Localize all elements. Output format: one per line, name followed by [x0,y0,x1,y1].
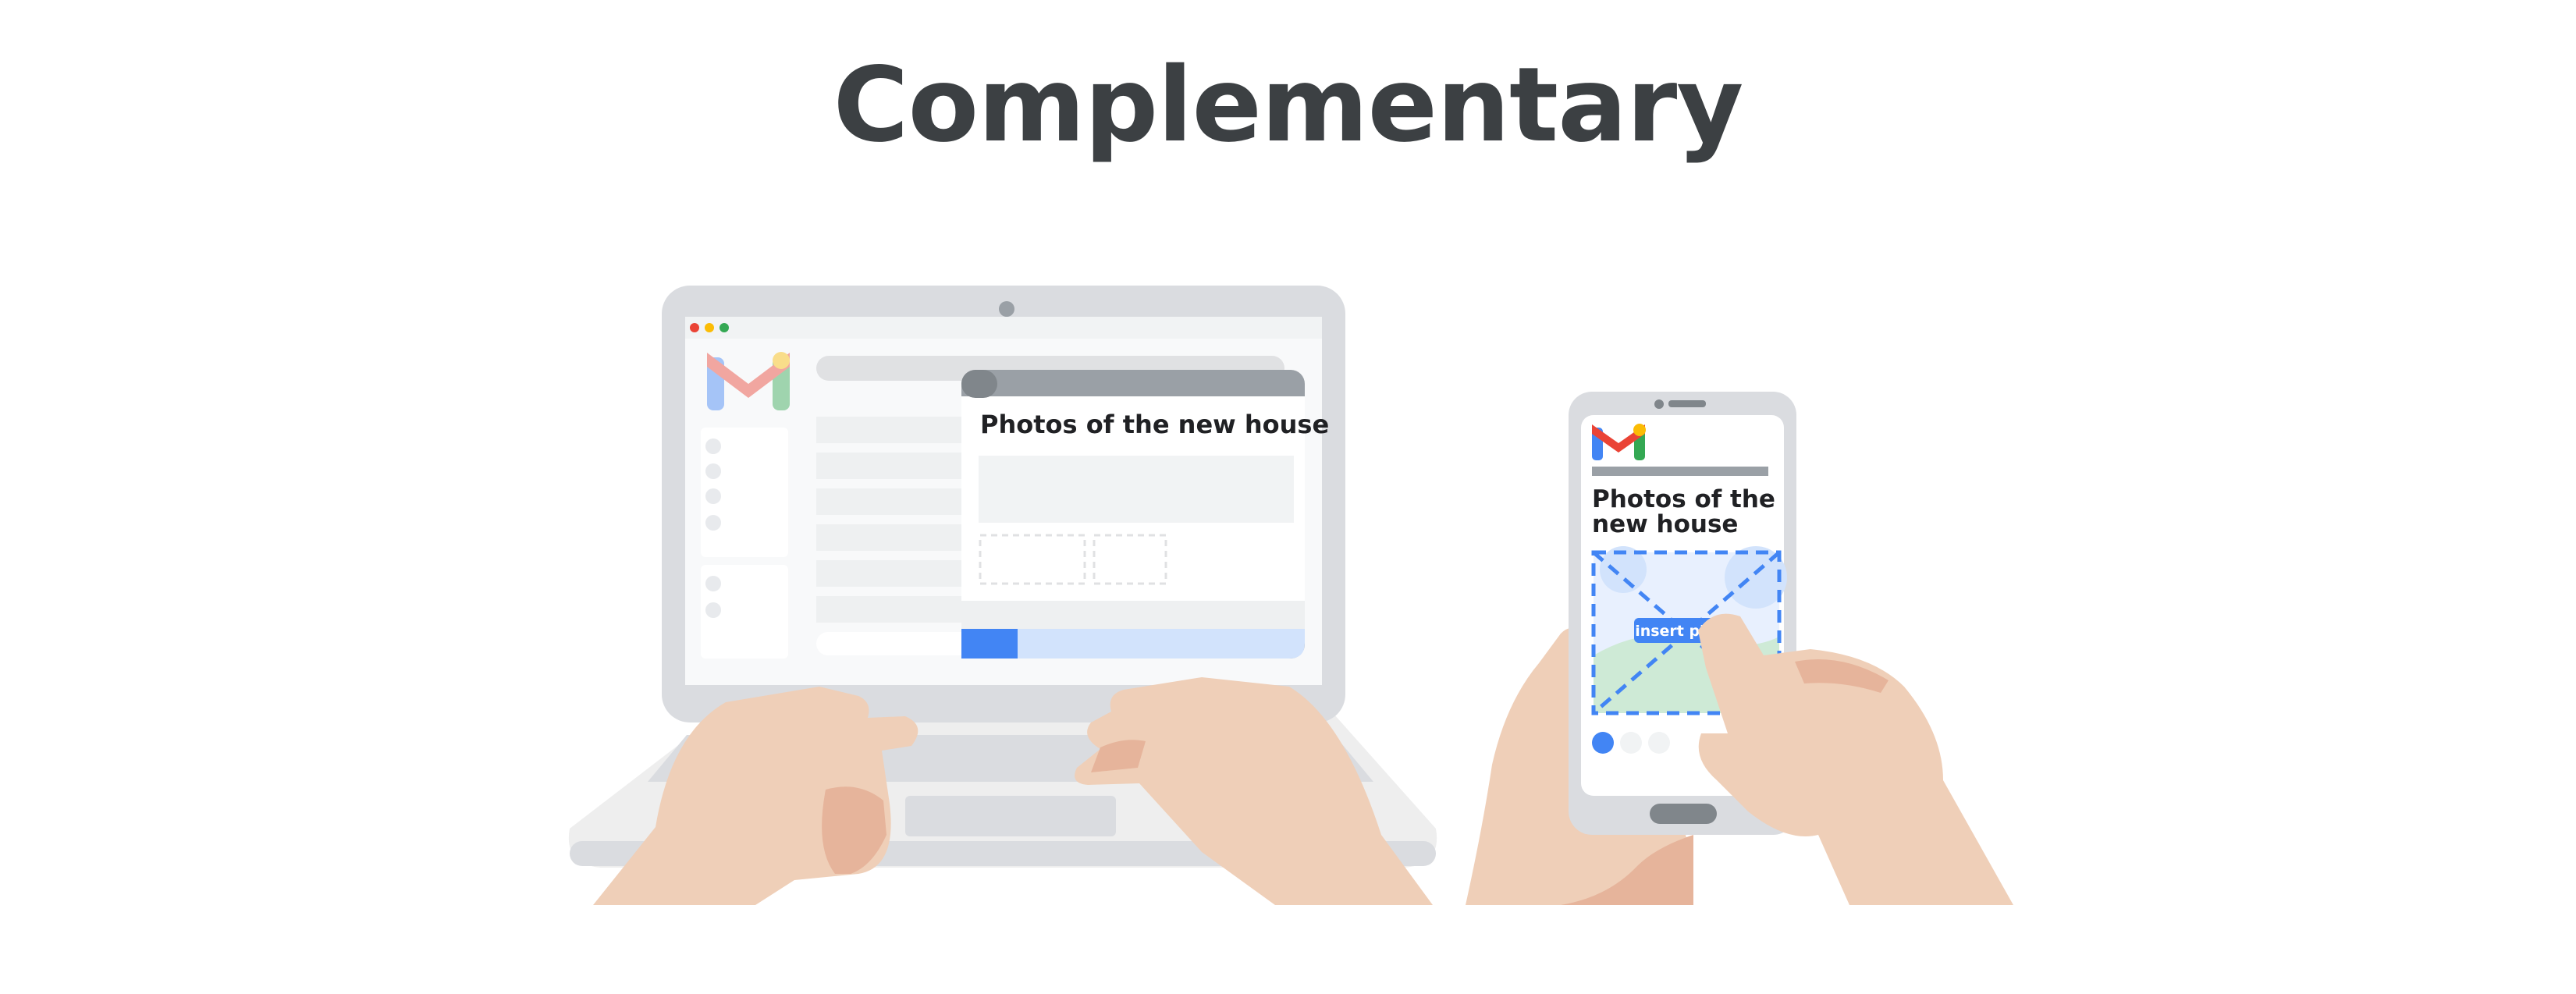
laptop-trackpad [905,796,1116,836]
window-minimize-dot [705,323,714,332]
phone: Photos of the new house insert photo [1466,392,2013,905]
page-indicator[interactable] [1648,732,1670,754]
laptop-camera [999,301,1014,317]
illustration: Complementary Photos of the new house Ph… [0,0,2576,994]
phone-home-button[interactable] [1650,804,1717,824]
page-indicator-active[interactable] [1592,732,1614,754]
phone-subject-line2: new house [1592,510,1738,538]
compose-body [979,456,1294,523]
compose-window: Photos of the new house [961,370,1329,659]
page-indicator[interactable] [1620,732,1642,754]
window-close-dot [690,323,699,332]
browser-titlebar [685,317,1322,339]
phone-subject-line1: Photos of the [1592,485,1775,513]
devices-illustration: Photos of the new house Photos of the ne… [568,286,2013,905]
phone-speaker [1668,400,1706,407]
compose-subject: Photos of the new house [980,410,1329,439]
window-maximize-dot [720,323,729,332]
send-button[interactable] [961,629,1018,659]
phone-header-bar [1592,467,1768,476]
